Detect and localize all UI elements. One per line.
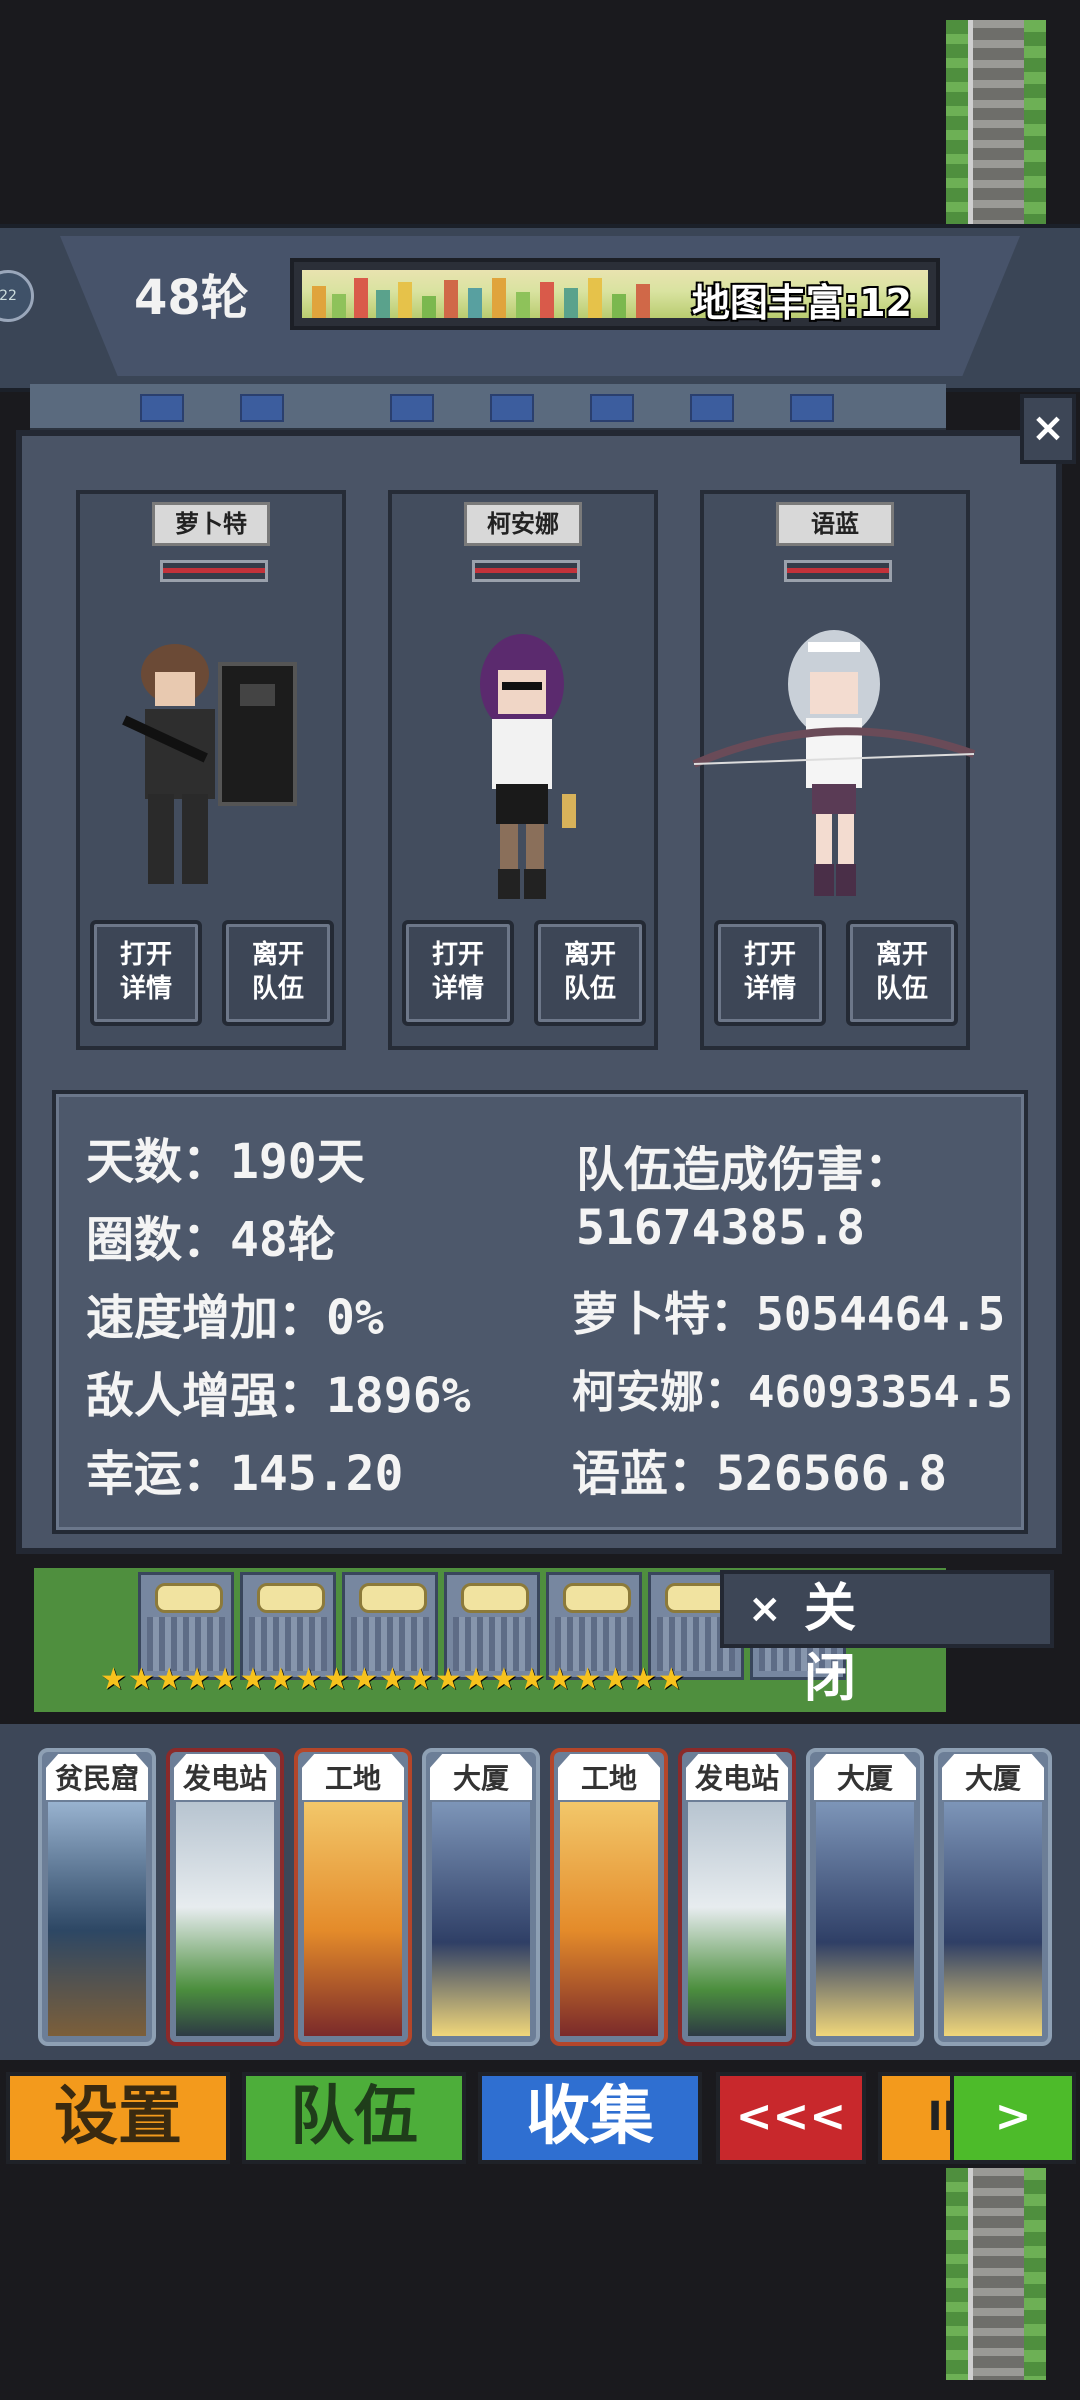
character-name: 柯安娜	[464, 502, 582, 546]
star-rating: ★★★★★★★★★★★★★★★★★★★★★	[100, 1662, 686, 1697]
member-damage-1: 萝卜特：5054464.5	[572, 1287, 1006, 1341]
leave-team-button[interactable]: 离开 队伍	[846, 920, 958, 1026]
party-card-3: 语蓝 打开 详情 离开 队伍	[692, 490, 976, 1050]
card-slum[interactable]: 贫民窟	[38, 1748, 156, 2046]
railway-top	[946, 20, 1046, 224]
hp-bar	[160, 560, 268, 582]
open-details-button[interactable]: 打开 详情	[714, 920, 826, 1026]
card-mansion[interactable]: 大厦	[422, 1748, 540, 2046]
railway-bottom	[946, 2168, 1046, 2380]
close-label: 关 闭	[804, 1579, 911, 1709]
card-power-station-2[interactable]: 发电站	[678, 1748, 796, 2046]
character-name: 萝卜特	[152, 502, 270, 546]
character-sprite-archer	[692, 630, 976, 896]
stat-speed: 速度增加：0%	[86, 1290, 384, 1346]
close-dialog-button[interactable]: × 关 闭	[720, 1570, 1054, 1709]
play-button[interactable]: >	[950, 2072, 1076, 2164]
map-richness-label: 地图丰富:12	[691, 281, 912, 325]
character-name: 语蓝	[776, 502, 894, 546]
hp-bar	[472, 560, 580, 582]
card-power-station[interactable]: 发电站	[166, 1748, 284, 2046]
stat-enemy-boost: 敌人增强：1896%	[86, 1368, 471, 1424]
open-details-button[interactable]: 打开 详情	[90, 920, 202, 1026]
party-card-2: 柯安娜 打开 详情 离开 队伍	[388, 490, 658, 1050]
hp-bar	[784, 560, 892, 582]
close-icon[interactable]: ×	[1020, 394, 1076, 464]
map-richness-bar: 地图丰富:12	[290, 258, 940, 330]
stat-luck: 幸运：145.20	[86, 1446, 404, 1502]
card-mansion-3[interactable]: 大厦	[934, 1748, 1052, 2046]
team-damage-label: 队伍造成伤害：	[576, 1142, 913, 1198]
character-sprite-agent	[480, 634, 576, 899]
collect-button[interactable]: 收集	[478, 2072, 702, 2164]
card-construction-site-2[interactable]: 工地	[550, 1748, 668, 2046]
open-details-button[interactable]: 打开 详情	[402, 920, 514, 1026]
character-sprite-soldier	[122, 644, 297, 884]
member-damage-2: 柯安娜：46093354.5	[572, 1367, 1013, 1418]
leave-team-button[interactable]: 离开 队伍	[534, 920, 646, 1026]
stat-rounds: 圈数：48轮	[86, 1212, 336, 1268]
close-icon: ×	[748, 1586, 782, 1632]
rewind-button[interactable]: <<<	[716, 2072, 866, 2164]
card-mansion-2[interactable]: 大厦	[806, 1748, 924, 2046]
team-damage-value: 51674385.8	[576, 1200, 865, 1256]
round-counter: 48轮	[134, 270, 249, 326]
member-damage-3: 语蓝：526566.8	[572, 1446, 948, 1502]
party-card-1: 萝卜特 打开 详情 离开 队伍	[76, 490, 346, 1050]
stat-days: 天数：190天	[86, 1134, 365, 1190]
team-button[interactable]: 队伍	[242, 2072, 466, 2164]
settings-button[interactable]: 设置	[6, 2072, 230, 2164]
building-strip	[30, 384, 946, 431]
card-construction-site[interactable]: 工地	[294, 1748, 412, 2046]
leave-team-button[interactable]: 离开 队伍	[222, 920, 334, 1026]
